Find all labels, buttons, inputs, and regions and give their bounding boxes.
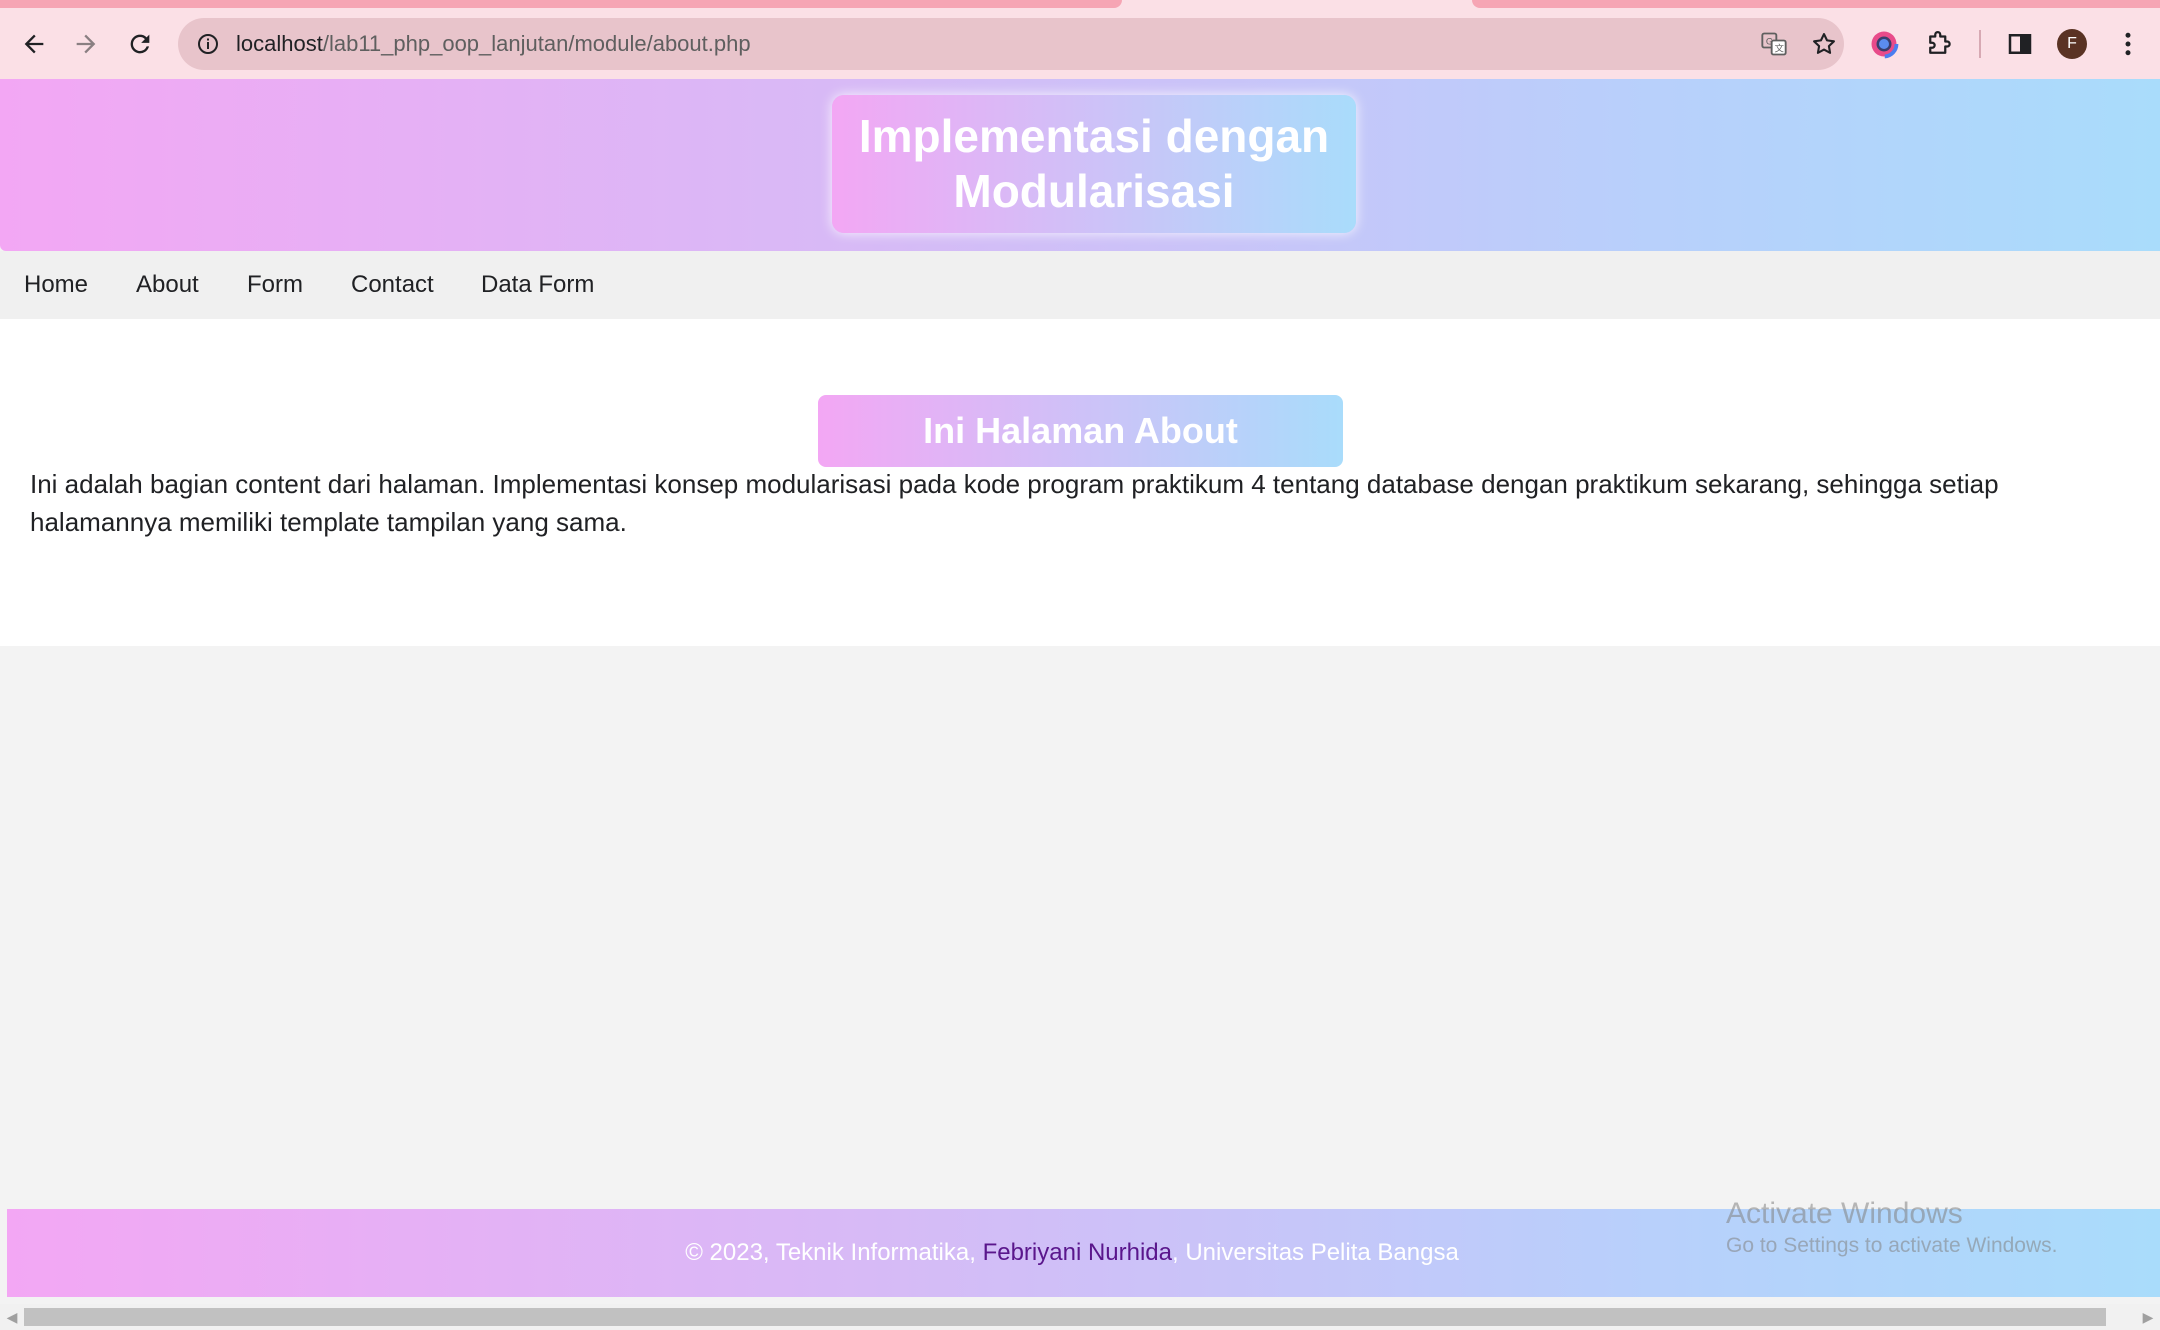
header-title-box: Implementasi dengan Modularisasi <box>832 95 1356 233</box>
back-arrow-icon <box>24 34 44 54</box>
url-host: localhost <box>236 31 323 56</box>
about-heading-box: Ini Halaman About <box>818 395 1343 467</box>
back-button[interactable] <box>14 24 54 64</box>
translate-icon[interactable]: G文 <box>1758 28 1790 60</box>
bookmark-star-icon[interactable] <box>1808 28 1840 60</box>
windows-activation-watermark: Activate Windows Go to Settings to activ… <box>1726 1196 2058 1260</box>
site-info-icon[interactable] <box>192 28 224 60</box>
nav-link-data-form[interactable]: Data Form <box>481 271 594 299</box>
content-paragraph: Ini adalah bagian content dari halaman. … <box>30 469 1999 537</box>
side-panel-icon[interactable] <box>2000 24 2040 64</box>
scrollbar-thumb[interactable] <box>24 1308 2106 1326</box>
horizontal-scrollbar[interactable]: ◀ ▶ <box>0 1304 2160 1330</box>
tab-edge[interactable] <box>1472 0 2160 8</box>
avatar: F <box>2057 29 2087 59</box>
tab-strip <box>0 0 2160 8</box>
footer-author-link[interactable]: Febriyani Nurhida <box>983 1239 1172 1266</box>
toolbar-divider <box>1979 30 1981 58</box>
reload-icon <box>130 34 150 54</box>
nav-link-contact[interactable]: Contact <box>351 271 434 299</box>
footer-suffix: , Universitas Pelita Bangsa <box>1172 1239 1459 1266</box>
main-content: Ini Halaman About Ini adalah bagian cont… <box>0 319 2160 646</box>
profile-avatar[interactable]: F <box>2052 24 2092 64</box>
main-nav: Home About Form Contact Data Form <box>0 251 2160 319</box>
about-heading: Ini Halaman About <box>923 410 1238 451</box>
extension-color-icon[interactable] <box>1864 24 1904 64</box>
nav-link-form[interactable]: Form <box>247 271 303 299</box>
menu-kebab-icon[interactable] <box>2108 24 2148 64</box>
forward-button[interactable] <box>66 24 106 64</box>
site-header: Implementasi dengan Modularisasi <box>0 79 2160 251</box>
extensions-puzzle-icon[interactable] <box>1919 24 1959 64</box>
url-text[interactable]: localhost/lab11_php_oop_lanjutan/module/… <box>236 30 751 58</box>
footer-prefix: © 2023, Teknik Informatika, <box>685 1239 983 1266</box>
reload-button[interactable] <box>120 24 160 64</box>
watermark-title: Activate Windows <box>1726 1197 1963 1230</box>
page-title: Implementasi dengan Modularisasi <box>858 110 1330 217</box>
nav-link-home[interactable]: Home <box>24 271 88 299</box>
nav-link-about[interactable]: About <box>136 271 199 299</box>
forward-arrow-icon <box>76 34 96 54</box>
tab-edge[interactable] <box>0 0 1122 8</box>
address-bar[interactable]: localhost/lab11_php_oop_lanjutan/module/… <box>178 18 1844 70</box>
scroll-left-arrow-icon[interactable]: ◀ <box>3 1308 21 1326</box>
browser-toolbar: localhost/lab11_php_oop_lanjutan/module/… <box>0 0 2160 79</box>
watermark-subtitle: Go to Settings to activate Windows. <box>1726 1234 2058 1257</box>
svg-text:文: 文 <box>1775 43 1784 54</box>
scroll-right-arrow-icon[interactable]: ▶ <box>2139 1308 2157 1326</box>
url-path: /lab11_php_oop_lanjutan/module/about.php <box>322 31 751 56</box>
